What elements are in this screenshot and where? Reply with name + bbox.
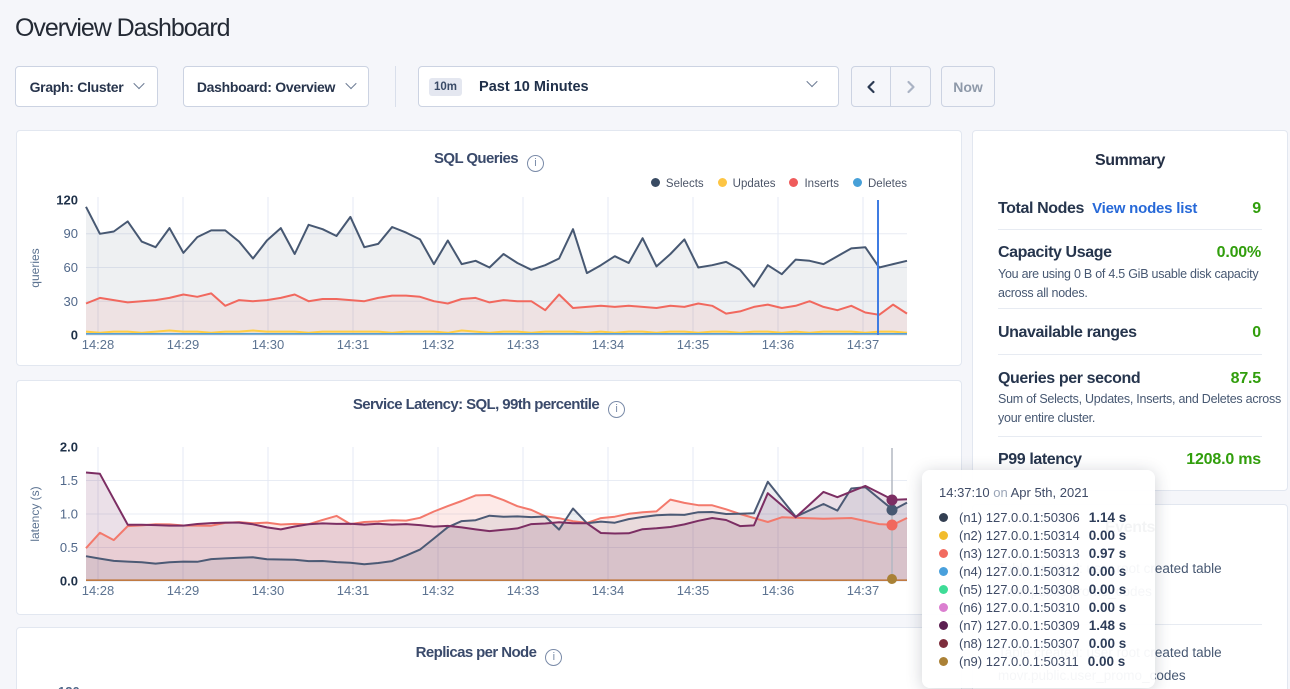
svg-text:14:34: 14:34 (592, 337, 625, 352)
svg-text:14:30: 14:30 (252, 337, 285, 352)
svg-text:14:29: 14:29 (167, 583, 200, 598)
svg-text:14:36: 14:36 (762, 337, 795, 352)
svg-text:14:29: 14:29 (167, 337, 200, 352)
svg-text:2.0: 2.0 (60, 440, 78, 455)
svg-text:14:34: 14:34 (592, 583, 625, 598)
svg-text:14:32: 14:32 (422, 583, 455, 598)
svg-text:0.5: 0.5 (60, 540, 78, 555)
svg-text:14:28: 14:28 (82, 337, 115, 352)
svg-text:14:35: 14:35 (677, 583, 710, 598)
svg-text:14:32: 14:32 (422, 337, 455, 352)
svg-text:120: 120 (56, 193, 78, 208)
svg-text:14:33: 14:33 (507, 583, 540, 598)
svg-text:queries: queries (28, 248, 42, 287)
svg-text:0.0: 0.0 (60, 574, 78, 589)
svg-text:14:30: 14:30 (252, 583, 285, 598)
svg-text:14:36: 14:36 (762, 583, 795, 598)
svg-text:14:31: 14:31 (337, 337, 370, 352)
svg-text:60: 60 (64, 260, 78, 275)
svg-text:14:37: 14:37 (847, 337, 880, 352)
svg-text:14:33: 14:33 (507, 337, 540, 352)
svg-text:14:31: 14:31 (337, 583, 370, 598)
svg-text:1.0: 1.0 (60, 507, 78, 522)
svg-text:90: 90 (64, 226, 78, 241)
svg-text:30: 30 (64, 294, 78, 309)
svg-text:1.5: 1.5 (60, 473, 78, 488)
svg-text:14:37: 14:37 (847, 583, 880, 598)
svg-text:14:28: 14:28 (82, 583, 115, 598)
svg-text:0: 0 (71, 328, 78, 343)
svg-text:latency (s): latency (s) (28, 486, 42, 541)
svg-text:14:35: 14:35 (677, 337, 710, 352)
